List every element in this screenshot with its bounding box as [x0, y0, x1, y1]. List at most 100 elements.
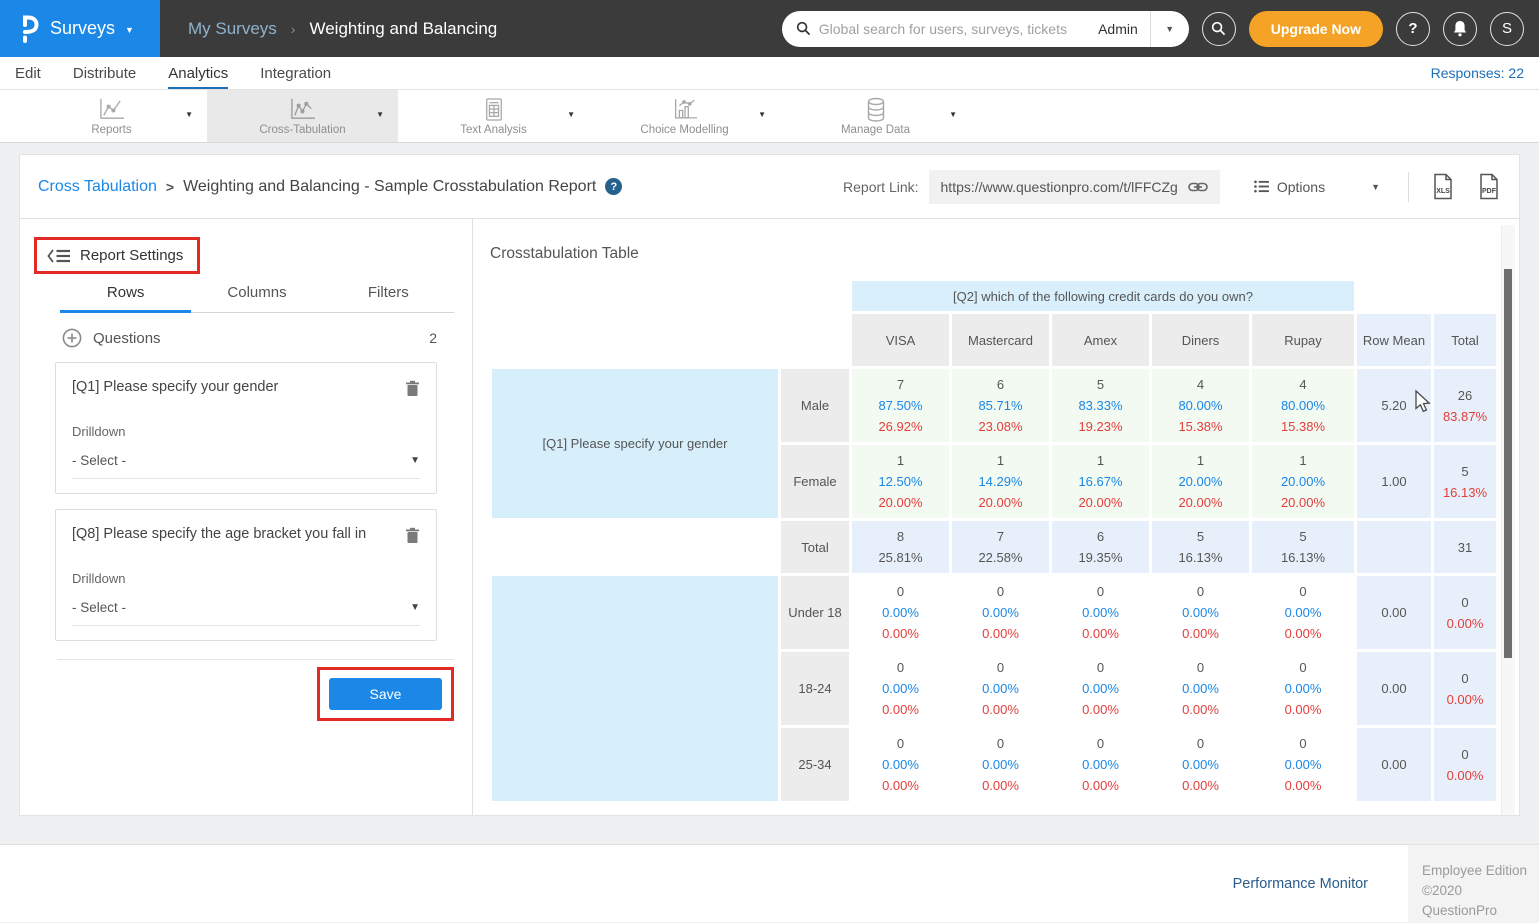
options-label: Options: [1277, 179, 1325, 195]
column-header-diners: Diners: [1152, 314, 1249, 366]
data-cell: 825.81%: [852, 521, 949, 573]
chevron-down-icon: ▼: [125, 25, 134, 35]
nav-distribute-label: Distribute: [73, 65, 136, 82]
question-card-title: [Q1] Please specify your gender: [72, 379, 405, 395]
tool-choice-modelling[interactable]: Choice Modelling ▼: [589, 90, 780, 142]
avatar-initial: S: [1502, 20, 1512, 37]
report-link-url[interactable]: https://www.questionpro.com/t/lFFCZg: [941, 179, 1178, 195]
drilldown-select-value: - Select -: [72, 453, 126, 468]
nav-analytics-label: Analytics: [168, 65, 228, 82]
data-cell: 00.00%0.00%: [1252, 652, 1354, 725]
tool-manage-data-label: Manage Data: [780, 124, 971, 136]
column-header-rupay: Rupay: [1252, 314, 1354, 366]
row-header: Female: [781, 445, 849, 518]
link-icon[interactable]: [1188, 181, 1208, 193]
crosstab-title: Crosstabulation Table: [473, 219, 1519, 278]
save-button[interactable]: Save: [329, 678, 442, 710]
search-submit-button[interactable]: [1202, 12, 1236, 46]
report-content-panel: Cross Tabulation > Weighting and Balanci…: [19, 154, 1520, 816]
chevron-down-icon[interactable]: ▼: [567, 110, 575, 119]
tool-reports[interactable]: Reports ▼: [16, 90, 207, 142]
delete-question-button[interactable]: [405, 380, 420, 402]
nav-edit[interactable]: Edit: [15, 57, 41, 89]
edition-line1: Employee Edition: [1422, 861, 1539, 881]
drilldown-select[interactable]: - Select - ▼: [72, 600, 420, 626]
help-button[interactable]: ?: [1396, 12, 1430, 46]
chevron-down-icon[interactable]: ▼: [376, 110, 384, 119]
tool-text-analysis-label: Text Analysis: [398, 124, 589, 136]
options-dropdown[interactable]: Options ▼: [1254, 179, 1380, 195]
row-mean-cell: [1357, 521, 1431, 573]
search-input[interactable]: [819, 21, 1098, 37]
export-xls-button[interactable]: XLS: [1431, 173, 1455, 200]
vertical-scrollbar-track[interactable]: [1501, 225, 1515, 815]
export-pdf-button[interactable]: PDF: [1477, 173, 1501, 200]
cross-tabulation-breadcrumb-link[interactable]: Cross Tabulation: [38, 178, 157, 196]
row-total-cell: 516.13%: [1434, 445, 1496, 518]
surveys-product-menu[interactable]: Surveys ▼: [0, 0, 160, 57]
topbar-actions: Admin ▼ Upgrade Now ? S: [782, 0, 1539, 57]
row-total-cell: 31: [1434, 521, 1496, 573]
tool-cross-tabulation[interactable]: Cross-Tabulation ▼: [207, 90, 398, 142]
nav-integration-label: Integration: [260, 65, 331, 82]
data-cell: 00.00%0.00%: [952, 652, 1049, 725]
tab-columns[interactable]: Columns: [191, 284, 322, 313]
svg-text:PDF: PDF: [1482, 188, 1497, 195]
chevron-down-icon: ▼: [1165, 24, 1174, 34]
chevron-down-icon[interactable]: ▼: [185, 110, 193, 119]
notifications-button[interactable]: [1443, 12, 1477, 46]
vertical-scrollbar-thumb[interactable]: [1504, 269, 1512, 658]
chevron-down-icon[interactable]: ▼: [758, 110, 766, 119]
tab-rows-label: Rows: [107, 284, 145, 301]
nav-distribute[interactable]: Distribute: [73, 57, 136, 89]
report-settings-toggle[interactable]: Report Settings: [34, 237, 200, 274]
spacer-cell: [1434, 281, 1496, 311]
drilldown-select[interactable]: - Select - ▼: [72, 453, 420, 479]
responses-count[interactable]: Responses: 22: [1431, 57, 1524, 89]
avatar[interactable]: S: [1490, 12, 1524, 46]
data-cell: 00.00%0.00%: [1152, 652, 1249, 725]
spacer-cell: [1357, 281, 1431, 311]
row-total-cell: 2683.87%: [1434, 369, 1496, 442]
tool-text-analysis[interactable]: Text Analysis ▼: [398, 90, 589, 142]
tool-choice-modelling-label: Choice Modelling: [589, 124, 780, 136]
collapse-panel-icon: [47, 248, 71, 264]
upgrade-now-button[interactable]: Upgrade Now: [1249, 11, 1383, 47]
crosstab-table: [Q2] which of the following credit cards…: [489, 278, 1499, 804]
database-icon: [864, 97, 888, 123]
breadcrumb-my-surveys[interactable]: My Surveys: [188, 19, 277, 39]
question-card-q8: [Q8] Please specify the age bracket you …: [55, 509, 437, 641]
row-mean-cell: 0.00: [1357, 728, 1431, 801]
tool-reports-label: Reports: [16, 124, 207, 136]
drilldown-select-value: - Select -: [72, 600, 126, 615]
question-card-title: [Q8] Please specify the age bracket you …: [72, 526, 405, 542]
tab-rows[interactable]: Rows: [60, 284, 191, 313]
report-help-icon[interactable]: ?: [605, 178, 622, 195]
tab-columns-label: Columns: [227, 284, 286, 301]
report-link-box[interactable]: https://www.questionpro.com/t/lFFCZg: [929, 170, 1220, 204]
data-cell: 00.00%0.00%: [1052, 652, 1149, 725]
tab-filters[interactable]: Filters: [323, 284, 454, 313]
performance-monitor-link[interactable]: Performance Monitor: [1233, 876, 1368, 892]
row-total-cell: 00.00%: [1434, 576, 1496, 649]
svg-text:XLS: XLS: [1436, 188, 1450, 195]
save-highlight-box: Save: [317, 667, 454, 721]
edition-box: Employee Edition ©2020 QuestionPro: [1408, 845, 1539, 922]
page-body: Cross Tabulation > Weighting and Balanci…: [0, 143, 1539, 922]
tool-manage-data[interactable]: Manage Data ▼: [780, 90, 971, 142]
row-header: 25-34: [781, 728, 849, 801]
nav-edit-label: Edit: [15, 65, 41, 82]
add-question-icon[interactable]: [62, 328, 82, 348]
chevron-down-icon[interactable]: ▼: [949, 110, 957, 119]
nav-integration[interactable]: Integration: [260, 57, 331, 89]
trash-icon: [405, 527, 420, 544]
search-scope-dropdown[interactable]: ▼: [1151, 24, 1189, 34]
row-header: Total: [781, 521, 849, 573]
delete-question-button[interactable]: [405, 527, 420, 549]
nav-analytics[interactable]: Analytics: [168, 57, 228, 89]
global-search[interactable]: Admin ▼: [782, 11, 1189, 47]
breadcrumb-separator: >: [166, 179, 174, 195]
data-cell: 00.00%0.00%: [952, 576, 1049, 649]
top-bar: Surveys ▼ My Surveys › Weighting and Bal…: [0, 0, 1539, 57]
data-cell: 00.00%0.00%: [852, 576, 949, 649]
